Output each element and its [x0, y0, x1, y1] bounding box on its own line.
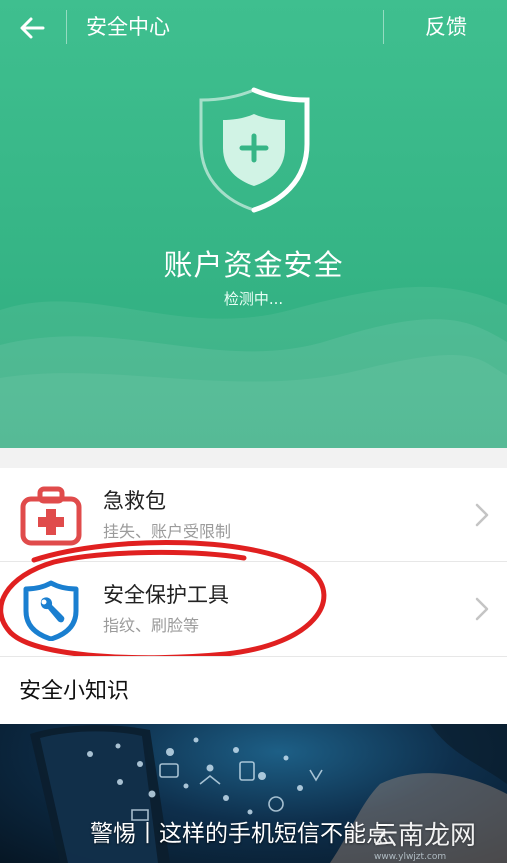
- shield-check-icon: [199, 87, 310, 213]
- list-item-subtitle: 挂失、账户受限制: [103, 522, 232, 541]
- arrow-left-icon: [20, 17, 45, 39]
- divider: [383, 10, 384, 44]
- account-safety-title: 账户资金安全: [163, 248, 344, 282]
- feedback-button[interactable]: 反馈: [410, 10, 482, 44]
- chevron-right-icon: [475, 597, 489, 621]
- list-item-subtitle: 指纹、刷脸等: [103, 616, 200, 635]
- list-item-security-tools[interactable]: 安全保护工具 指纹、刷脸等: [0, 562, 507, 656]
- tools-list: 急救包 挂失、账户受限制 安全保护工具 指纹、刷脸等: [0, 468, 507, 656]
- first-aid-kit-icon: [20, 486, 82, 546]
- watermark-text: 云南龙网: [372, 821, 477, 851]
- list-item-title: 安全保护工具: [103, 583, 229, 607]
- detection-status: 检测中...: [223, 290, 284, 308]
- banner-caption: 警惕丨这样的手机短信不能点: [90, 821, 389, 847]
- safety-knowledge-section: 安全小知识: [0, 656, 507, 724]
- divider: [66, 10, 67, 44]
- security-hero: 安全中心 反馈 账户资金安全 检测中...: [0, 0, 507, 448]
- shield-wrench-icon: [23, 580, 79, 641]
- list-item-title: 急救包: [103, 489, 166, 513]
- chevron-right-icon: [475, 503, 489, 527]
- article-banner[interactable]: 警惕丨这样的手机短信不能点 云南龙网 www.ylwjzt.com: [0, 724, 507, 863]
- top-bar: 安全中心 反馈: [0, 0, 507, 56]
- section-title: 安全小知识: [19, 679, 130, 704]
- page-title: 安全中心: [86, 15, 170, 39]
- watermark-url: www.ylwjzt.com: [374, 852, 447, 862]
- list-item-first-aid[interactable]: 急救包 挂失、账户受限制: [0, 468, 507, 562]
- back-button[interactable]: [10, 8, 54, 48]
